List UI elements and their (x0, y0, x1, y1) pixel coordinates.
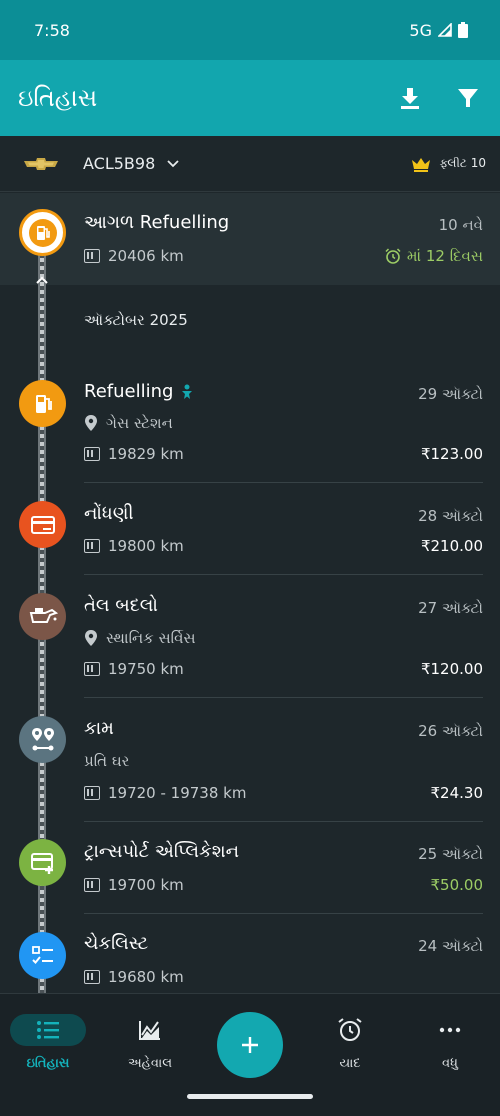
entry-amount: ₹50.00 (430, 876, 484, 894)
divider (84, 913, 483, 914)
vehicle-selector[interactable]: ACL5B98 ફ્લીટ 10 (0, 136, 500, 192)
history-list-icon (37, 1021, 59, 1039)
divider (84, 697, 483, 698)
entry-amount: ₹210.00 (420, 537, 483, 555)
nav-reminders[interactable]: યાદ (310, 1014, 390, 1071)
upcoming-due: માં 12 દિવસ (406, 247, 483, 265)
list-item[interactable]: નોંધણી 28 ઑક્ટો (84, 503, 483, 525)
entry-amount: ₹24.30 (430, 784, 484, 802)
checklist-icon (19, 932, 66, 979)
signal-icon (438, 23, 452, 37)
alarm-icon (385, 248, 401, 264)
status-time: 7:58 (34, 20, 70, 40)
filter-icon[interactable] (454, 84, 482, 112)
entry-odometer: 19680 km (108, 968, 184, 986)
entry-note: પ્રતિ ઘર (84, 752, 130, 770)
entry-date: 25 ઑક્ટો (418, 845, 483, 863)
odometer-icon (84, 786, 100, 800)
entry-amount: ₹120.00 (420, 660, 483, 678)
fuel-icon (19, 380, 66, 427)
fleet-badge[interactable]: ફ્લીટ 10 (411, 156, 486, 172)
list-item[interactable]: કામ 26 ઑક્ટો (84, 718, 483, 740)
entry-odometer: 19700 km (108, 876, 184, 894)
entry-place: ગેસ સ્ટેશન (106, 414, 173, 432)
alarm-icon (338, 1018, 362, 1041)
entry-date: 28 ઑક્ટો (418, 507, 483, 525)
home-indicator[interactable] (187, 1094, 313, 1099)
download-icon[interactable] (396, 84, 424, 112)
upcoming-odometer: 20406 km (108, 247, 184, 265)
upcoming-entry[interactable] (0, 193, 500, 285)
battery-icon (458, 22, 468, 38)
entry-date: 27 ઑક્ટો (418, 599, 483, 617)
location-pin-icon (85, 630, 97, 646)
upcoming-row: આગળ Refuelling 10 નવે (84, 212, 483, 234)
fleet-label: ફ્લીટ 10 (439, 156, 486, 170)
timeline-arrow-icon (36, 276, 48, 284)
odometer-icon (84, 539, 100, 553)
nav-reminders-label: યાદ (339, 1056, 361, 1071)
page-title: ઇતિહાસ (18, 84, 98, 112)
entry-place: સ્થાનિક સર્વિસ (106, 629, 196, 647)
nav-history-label: ઇતિહાસ (26, 1056, 70, 1071)
chevrolet-logo (24, 157, 58, 170)
month-header: ઑક્ટોબર 2025 (84, 311, 188, 329)
divider (84, 482, 483, 483)
list-item[interactable]: તેલ બદલો 27 ઑક્ટો (84, 595, 483, 617)
chart-icon (139, 1021, 160, 1040)
odometer-icon (84, 249, 100, 263)
entry-odometer: 19829 km (108, 445, 184, 463)
add-entry-button[interactable] (217, 1012, 283, 1078)
entry-amount: ₹123.00 (420, 445, 483, 463)
plus-icon (242, 1037, 258, 1053)
list-item[interactable]: ચેકલિસ્ટ 24 ઑક્ટો (84, 933, 483, 955)
odometer-icon (84, 447, 100, 461)
app-bar: ઇતિહાસ (0, 60, 500, 136)
list-item[interactable]: ટ્રાન્સપોર્ટ એપ્લિકેશન 25 ઑક્ટો (84, 841, 483, 863)
entry-odometer: 19750 km (108, 660, 184, 678)
divider (84, 574, 483, 575)
odometer-icon (84, 970, 100, 984)
entry-date: 26 ઑક્ટો (418, 722, 483, 740)
oil-can-icon (19, 593, 66, 640)
entry-odometer: 19720 - 19738 km (108, 784, 247, 802)
entry-odometer: 19800 km (108, 537, 184, 555)
entry-title: Refuelling (84, 381, 174, 402)
chevron-down-icon[interactable] (167, 159, 179, 168)
divider (84, 821, 483, 822)
nav-more[interactable]: વધુ (410, 1014, 490, 1071)
location-pin-icon (85, 415, 97, 431)
route-icon (19, 716, 66, 763)
fuel-icon (19, 209, 66, 256)
crown-icon (412, 157, 431, 172)
nav-more-label: વધુ (442, 1056, 458, 1071)
bottom-navigation: ઇતિહાસ અહેવાલ યાદ વધુ (0, 993, 500, 1116)
card-add-icon (19, 839, 66, 886)
upcoming-title: આગળ Refuelling (84, 212, 230, 233)
status-bar: 7:58 5G (0, 0, 500, 60)
nav-history[interactable]: ઇતિહાસ (8, 1014, 88, 1071)
list-item[interactable]: Refuelling 29 ઑક્ટો (84, 381, 483, 403)
vehicle-plate[interactable]: ACL5B98 (83, 154, 155, 173)
nav-reports-label: અહેવાલ (127, 1056, 173, 1071)
entry-date: 24 ઑક્ટો (418, 937, 483, 955)
nav-reports[interactable]: અહેવાલ (110, 1014, 190, 1071)
upcoming-date: 10 નવે (438, 216, 483, 234)
odometer-icon (84, 878, 100, 892)
registration-card-icon (19, 501, 66, 548)
entry-date: 29 ઑક્ટો (418, 385, 483, 403)
network-label: 5G (409, 20, 432, 40)
more-horizontal-icon (439, 1027, 461, 1033)
person-pin-icon (182, 384, 193, 399)
odometer-icon (84, 662, 100, 676)
